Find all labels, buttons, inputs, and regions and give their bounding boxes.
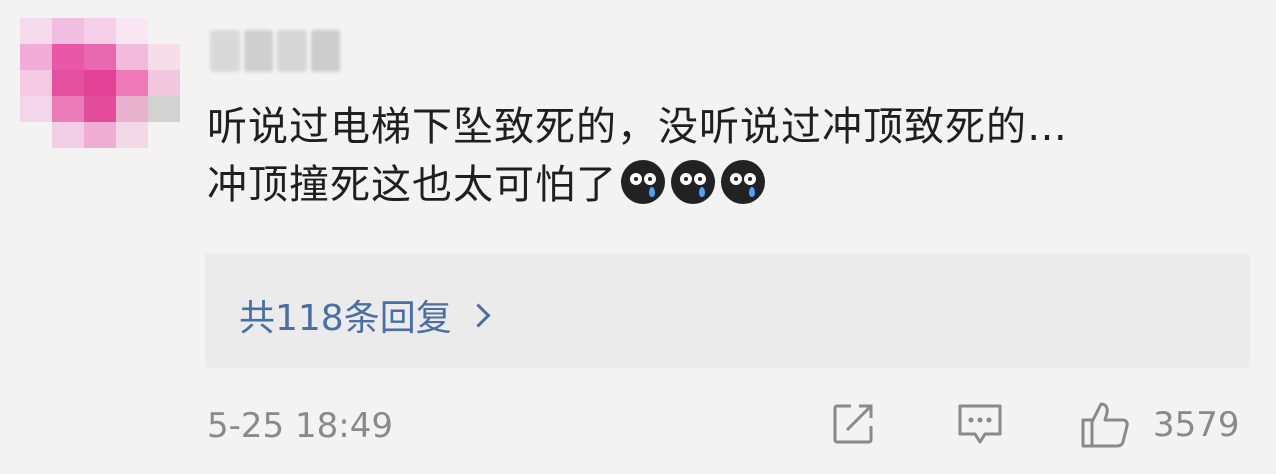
- emoji-group: [621, 160, 765, 204]
- comment-line-2: 冲顶撞死这也太可怕了: [207, 162, 617, 208]
- replies-panel: 共118条回复: [205, 253, 1250, 368]
- thumbs-up-icon: [1081, 402, 1129, 448]
- share-button[interactable]: [829, 400, 877, 448]
- comment-button[interactable]: [955, 400, 1005, 448]
- share-icon: [833, 404, 873, 444]
- comment-footer: 5-25 18:49 3579: [207, 400, 1257, 450]
- avatar[interactable]: [20, 18, 180, 148]
- like-button[interactable]: 3579: [1079, 400, 1240, 450]
- crying-emoji-icon: [621, 160, 665, 204]
- replies-label: 共118条回复: [239, 298, 452, 339]
- comment-icon: [958, 404, 1002, 444]
- comment-line-2-wrap: 冲顶撞死这也太可怕了: [207, 156, 1257, 214]
- comment-card: 听说过电梯下坠致死的，没听说过冲顶致死的… 冲顶撞死这也太可怕了 共118条回复…: [0, 0, 1276, 474]
- crying-emoji-icon: [721, 160, 765, 204]
- comment-text: 听说过电梯下坠致死的，没听说过冲顶致死的… 冲顶撞死这也太可怕了: [207, 98, 1257, 214]
- username-blurred[interactable]: [210, 30, 340, 72]
- timestamp: 5-25 18:49: [207, 406, 393, 446]
- like-count: 3579: [1153, 405, 1240, 445]
- chevron-right-icon: [466, 302, 491, 328]
- view-replies-link[interactable]: 共118条回复: [239, 289, 491, 341]
- comment-line-1: 听说过电梯下坠致死的，没听说过冲顶致死的…: [207, 104, 1068, 150]
- crying-emoji-icon: [671, 160, 715, 204]
